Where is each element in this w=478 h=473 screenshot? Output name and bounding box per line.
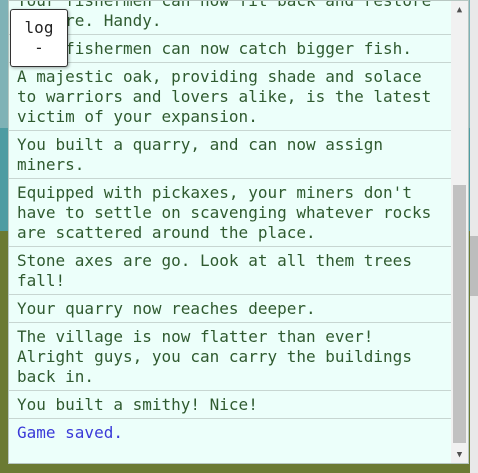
page-scrollbar-thumb[interactable]: [470, 236, 478, 296]
log-entry: The village is now flatter than ever! Al…: [9, 323, 453, 391]
log-toggle-button[interactable]: log -: [10, 9, 68, 67]
log-entry: Your fishermen can now catch bigger fish…: [9, 35, 453, 63]
log-entry: Equipped with pickaxes, your miners don'…: [9, 179, 453, 247]
log-entry: You built a smithy! Nice!: [9, 391, 453, 419]
log-entry: Stone axes are go. Look at all them tree…: [9, 247, 453, 295]
log-panel[interactable]: Your fishermen can now fit back and rest…: [8, 0, 469, 464]
collapse-icon: -: [34, 38, 44, 57]
log-entry: Your fishermen can now fit back and rest…: [9, 1, 453, 35]
log-scrollbar[interactable]: ▲ ▼: [451, 1, 468, 463]
log-entry: Your quarry now reaches deeper.: [9, 295, 453, 323]
page-scrollbar[interactable]: [470, 0, 478, 473]
log-entry-game-saved: Game saved.: [17, 423, 123, 442]
log-toggle-label: log: [24, 18, 54, 37]
scroll-down-icon[interactable]: ▼: [451, 446, 468, 463]
log-entry: A majestic oak, providing shade and sola…: [9, 63, 453, 131]
log-entry: You built a quarry, and can now assign m…: [9, 131, 453, 179]
log-scrollbar-thumb[interactable]: [453, 185, 466, 443]
scroll-up-icon[interactable]: ▲: [451, 1, 468, 18]
log-list: Your fishermen can now fit back and rest…: [9, 1, 453, 446]
